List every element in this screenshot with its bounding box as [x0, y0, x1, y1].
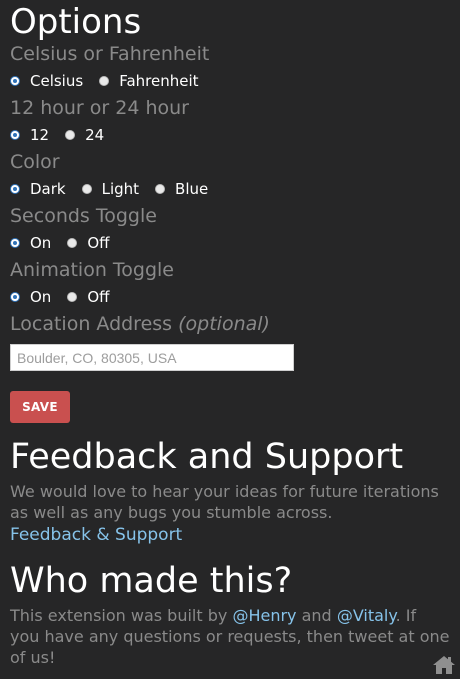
credits-text-before: This extension was built by: [10, 606, 228, 625]
radio-24-label: 24: [85, 126, 105, 144]
save-button[interactable]: SAVE: [10, 391, 70, 423]
options-panel: Options Celsius or Fahrenheit Celsius Fa…: [10, 0, 450, 668]
radio-seconds-off-indicator[interactable]: [67, 238, 78, 248]
hour-label: 12 hour or 24 hour: [10, 97, 189, 119]
radio-seconds-on[interactable]: On: [10, 234, 51, 252]
radio-seconds-off[interactable]: Off: [67, 234, 109, 252]
feedback-text: We would love to hear your ideas for fut…: [10, 482, 439, 522]
radio-animation-off[interactable]: Off: [67, 288, 109, 306]
radio-animation-on-indicator[interactable]: [10, 292, 20, 302]
author-henry-link[interactable]: @Henry: [232, 606, 296, 625]
home-icon-svg: [433, 656, 455, 674]
radio-dark-indicator[interactable]: [10, 184, 20, 194]
radio-12-indicator[interactable]: [10, 130, 20, 140]
radio-celsius-indicator[interactable]: [10, 76, 20, 86]
color-options: Dark Light Blue: [10, 174, 450, 204]
seconds-options: On Off: [10, 228, 450, 258]
radio-light-indicator[interactable]: [81, 184, 92, 194]
hour-options: 12 24: [10, 120, 450, 150]
radio-fahrenheit[interactable]: Fahrenheit: [99, 72, 199, 90]
radio-animation-off-label: Off: [87, 288, 110, 306]
animation-label: Animation Toggle: [10, 259, 174, 281]
radio-seconds-on-indicator[interactable]: [10, 238, 20, 248]
temp-options: Celsius Fahrenheit: [10, 66, 450, 96]
author-vitaly-link[interactable]: @Vitaly: [337, 606, 396, 625]
radio-celsius-label: Celsius: [30, 72, 84, 90]
radio-animation-on-label: On: [30, 288, 52, 306]
location-label: Location Address (optional): [10, 312, 450, 336]
seconds-label: Seconds Toggle: [10, 205, 157, 227]
page-title: Options: [10, 2, 142, 42]
radio-fahrenheit-indicator[interactable]: [99, 76, 110, 86]
credits-title: Who made this?: [10, 561, 293, 601]
animation-options: On Off: [10, 282, 450, 312]
radio-blue[interactable]: Blue: [155, 180, 208, 198]
home-icon[interactable]: [432, 655, 456, 675]
radio-blue-indicator[interactable]: [155, 184, 166, 194]
credits-text: This extension was built by @Henry and @…: [10, 605, 450, 668]
radio-animation-off-indicator[interactable]: [67, 292, 78, 302]
radio-seconds-on-label: On: [30, 234, 52, 252]
temp-label: Celsius or Fahrenheit: [10, 43, 210, 65]
feedback-title: Feedback and Support: [10, 437, 404, 477]
radio-light[interactable]: Light: [81, 180, 140, 198]
location-input[interactable]: [10, 344, 294, 371]
radio-animation-on[interactable]: On: [10, 288, 51, 306]
radio-12[interactable]: 12: [10, 126, 49, 144]
radio-dark[interactable]: Dark: [10, 180, 66, 198]
radio-dark-label: Dark: [30, 180, 66, 198]
location-label-text: Location Address: [10, 313, 173, 335]
radio-seconds-off-label: Off: [87, 234, 110, 252]
radio-24-indicator[interactable]: [65, 130, 76, 140]
radio-24[interactable]: 24: [65, 126, 104, 144]
credits-and: and: [301, 606, 332, 625]
radio-celsius[interactable]: Celsius: [10, 72, 83, 90]
color-label: Color: [10, 151, 60, 173]
location-optional-text: (optional): [178, 313, 270, 335]
feedback-link[interactable]: Feedback & Support: [10, 525, 182, 545]
radio-12-label: 12: [30, 126, 50, 144]
radio-fahrenheit-label: Fahrenheit: [119, 72, 199, 90]
radio-blue-label: Blue: [175, 180, 209, 198]
radio-light-label: Light: [101, 180, 140, 198]
